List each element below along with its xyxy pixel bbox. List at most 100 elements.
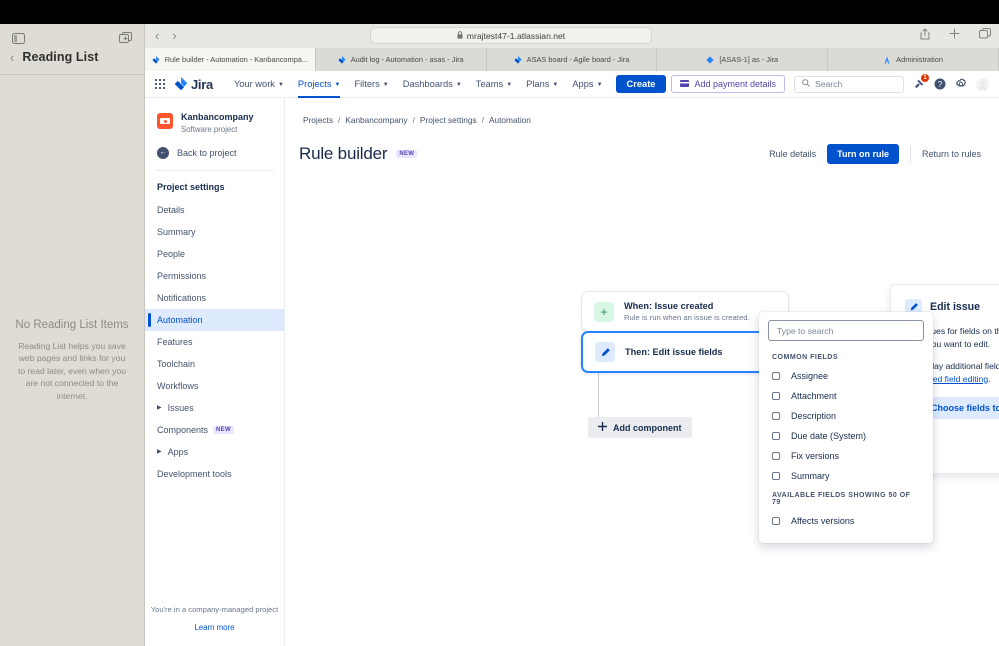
field-option-attachment[interactable]: Attachment bbox=[759, 386, 933, 406]
sidebar-item-workflows[interactable]: Workflows bbox=[145, 375, 284, 397]
sidebar-item-label: Components bbox=[157, 424, 209, 435]
nav-projects[interactable]: Projects ▼ bbox=[291, 71, 348, 98]
checkbox[interactable] bbox=[772, 472, 780, 480]
description-suffix: . bbox=[988, 373, 991, 384]
chevron-down-icon: ▼ bbox=[382, 81, 389, 88]
back-button[interactable]: ‹ bbox=[155, 28, 159, 43]
project-avatar-icon bbox=[157, 113, 173, 129]
sidebar-item-automation[interactable]: Automation bbox=[145, 308, 284, 331]
choose-fields-dropdown[interactable]: Type to search COMMON FIELDS Assignee At… bbox=[759, 312, 933, 543]
nav-apps[interactable]: Apps ▼ bbox=[565, 71, 609, 98]
learn-more-link[interactable]: Learn more bbox=[145, 623, 284, 632]
new-tab-icon[interactable] bbox=[949, 28, 960, 43]
field-option-due-date[interactable]: Due date (System) bbox=[759, 426, 933, 446]
notifications-icon[interactable]: 1 bbox=[913, 74, 929, 90]
sidebar-item-notifications[interactable]: Notifications bbox=[145, 287, 284, 309]
sidebar-item-components[interactable]: Components NEW bbox=[145, 419, 284, 441]
checkbox[interactable] bbox=[772, 452, 780, 460]
field-option-fix-versions[interactable]: Fix versions bbox=[759, 446, 933, 466]
edit-issue-panel-title: Edit issue bbox=[930, 301, 981, 313]
field-option-label: Due date (System) bbox=[791, 431, 867, 441]
back-to-project-button[interactable]: ← Back to project bbox=[145, 144, 284, 170]
sidebar-item-people[interactable]: People bbox=[145, 243, 284, 265]
add-component-button[interactable]: Add component bbox=[588, 417, 692, 438]
help-icon[interactable]: ? bbox=[934, 78, 946, 90]
sidebar-item-label: People bbox=[157, 248, 186, 259]
breadcrumb-automation[interactable]: Automation bbox=[489, 115, 531, 125]
add-payment-details-button[interactable]: Add payment details bbox=[671, 75, 785, 93]
jira-logo[interactable]: Jira bbox=[174, 77, 213, 92]
field-option-description[interactable]: Description bbox=[759, 406, 933, 426]
nav-your-work[interactable]: Your work ▼ bbox=[227, 71, 291, 98]
reading-list-header[interactable]: ‹ Reading List bbox=[0, 48, 144, 74]
turn-on-rule-button[interactable]: Turn on rule bbox=[827, 144, 899, 164]
browser-tab[interactable]: [ASAS-1] as - Jira bbox=[657, 48, 829, 71]
sidebar-item-development-tools[interactable]: Development tools bbox=[145, 463, 284, 485]
chevron-down-icon: ▼ bbox=[506, 81, 513, 88]
browser-tab[interactable]: ASAS board - Agile board - Jira bbox=[487, 48, 658, 71]
project-header[interactable]: Kanbancompany Software project bbox=[145, 98, 284, 144]
browser-toolbar-right bbox=[920, 28, 991, 43]
sidebar-item-issues[interactable]: ▶ Issues bbox=[145, 397, 284, 419]
settings-icon[interactable] bbox=[955, 78, 967, 90]
browser-tab[interactable]: Audit log - Automation - asas - Jira bbox=[316, 48, 487, 71]
checkbox[interactable] bbox=[772, 392, 780, 400]
browser-tab[interactable]: Rule builder - Automation - Kanbancompa.… bbox=[145, 48, 316, 71]
sidebar-item-summary[interactable]: Summary bbox=[145, 221, 284, 243]
search-input[interactable]: Search bbox=[794, 75, 904, 93]
nav-label: Your work bbox=[233, 79, 275, 89]
sidebar-item-permissions[interactable]: Permissions bbox=[145, 265, 284, 287]
app-switcher-icon[interactable] bbox=[155, 79, 165, 89]
rule-node-action[interactable]: Then: Edit issue fields bbox=[581, 331, 789, 373]
rule-node-trigger[interactable]: + When: Issue created Rule is run when a… bbox=[581, 291, 789, 332]
sidebar-toggle-icon[interactable] bbox=[12, 32, 25, 44]
sidebar-back-icon[interactable]: ‹ bbox=[10, 51, 14, 64]
page-header-actions: Rule details Turn on rule Return to rule… bbox=[769, 144, 981, 164]
field-option-label: Summary bbox=[791, 471, 830, 481]
dropdown-group-heading: AVAILABLE FIELDS SHOWING 50 OF 79 bbox=[772, 492, 911, 506]
tab-overview-icon[interactable] bbox=[979, 28, 991, 43]
jira-wordmark: Jira bbox=[191, 76, 213, 92]
checkbox[interactable] bbox=[772, 432, 780, 440]
field-option-summary[interactable]: Summary bbox=[759, 466, 933, 486]
add-payment-details-label: Add payment details bbox=[694, 79, 776, 89]
project-sidebar: Kanbancompany Software project ← Back to… bbox=[145, 98, 285, 646]
sidebar-item-label: Workflows bbox=[157, 380, 199, 391]
field-search-placeholder: Type to search bbox=[777, 325, 834, 336]
search-icon bbox=[802, 79, 810, 89]
browser-tab-title: ASAS board - Agile board - Jira bbox=[526, 55, 630, 64]
field-option-assignee[interactable]: Assignee bbox=[759, 366, 933, 386]
nav-plans[interactable]: Plans ▼ bbox=[519, 71, 565, 98]
create-button[interactable]: Create bbox=[615, 75, 667, 93]
nav-teams[interactable]: Teams ▼ bbox=[469, 71, 519, 98]
browser-tab-strip[interactable]: Rule builder - Automation - Kanbancompa.… bbox=[145, 48, 999, 71]
arrow-left-icon: ← bbox=[157, 146, 169, 159]
sidebar-item-features[interactable]: Features bbox=[145, 331, 284, 353]
new-tab-group-icon[interactable] bbox=[119, 32, 132, 44]
share-icon[interactable] bbox=[920, 28, 930, 43]
sidebar-item-label: Notifications bbox=[157, 292, 207, 303]
sidebar-item-toolchain[interactable]: Toolchain bbox=[145, 353, 284, 375]
checkbox[interactable] bbox=[772, 372, 780, 380]
checkbox[interactable] bbox=[772, 517, 780, 525]
avatar[interactable] bbox=[976, 77, 989, 91]
checkbox[interactable] bbox=[772, 412, 780, 420]
breadcrumb-projects[interactable]: Projects bbox=[303, 115, 333, 125]
nav-dashboards[interactable]: Dashboards ▼ bbox=[396, 71, 469, 98]
lock-icon bbox=[457, 30, 463, 41]
page-title: Rule builder bbox=[299, 144, 388, 163]
address-bar[interactable]: mrajtest47-1.atlassian.net bbox=[370, 27, 652, 44]
forward-button[interactable]: › bbox=[172, 28, 176, 43]
field-option-affects-versions[interactable]: Affects versions bbox=[759, 511, 933, 531]
breadcrumb-kanbancompany[interactable]: Kanbancompany bbox=[345, 115, 407, 125]
browser-tab[interactable]: Administration bbox=[828, 48, 999, 71]
sidebar-item-label: Permissions bbox=[157, 270, 207, 281]
sidebar-item-details[interactable]: Details bbox=[145, 199, 284, 221]
rule-details-button[interactable]: Rule details bbox=[769, 149, 816, 159]
nav-filters[interactable]: Filters ▼ bbox=[347, 71, 395, 98]
return-to-rules-button[interactable]: Return to rules bbox=[922, 149, 981, 159]
sidebar-item-label: Development tools bbox=[157, 468, 232, 479]
sidebar-item-apps[interactable]: ▶ Apps bbox=[145, 441, 284, 463]
field-search-input[interactable]: Type to search bbox=[768, 320, 924, 341]
breadcrumb-project-settings[interactable]: Project settings bbox=[420, 115, 477, 125]
